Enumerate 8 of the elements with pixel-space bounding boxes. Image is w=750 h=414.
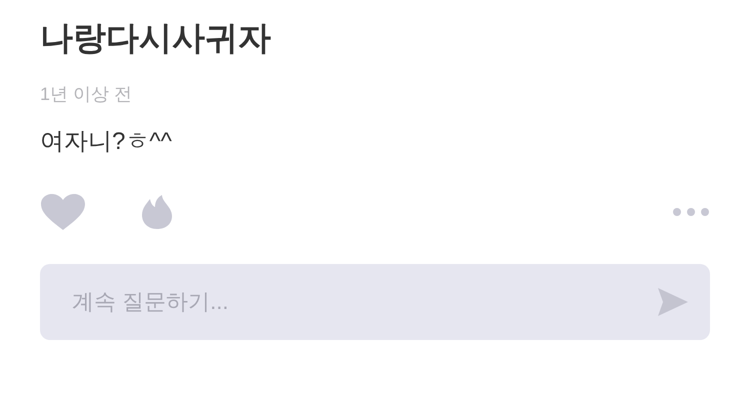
flame-icon[interactable] [140, 194, 174, 230]
heart-icon[interactable] [40, 193, 86, 231]
post-text: 여자니?ㅎ^^ [40, 127, 172, 157]
post-time: 1년 이상 전 [40, 83, 132, 106]
author-name: 나랑다시사귀자 [40, 18, 271, 58]
reply-field[interactable]: 계속 질문하기... [40, 264, 710, 340]
more-icon[interactable] [672, 207, 710, 217]
send-icon[interactable] [656, 285, 690, 319]
